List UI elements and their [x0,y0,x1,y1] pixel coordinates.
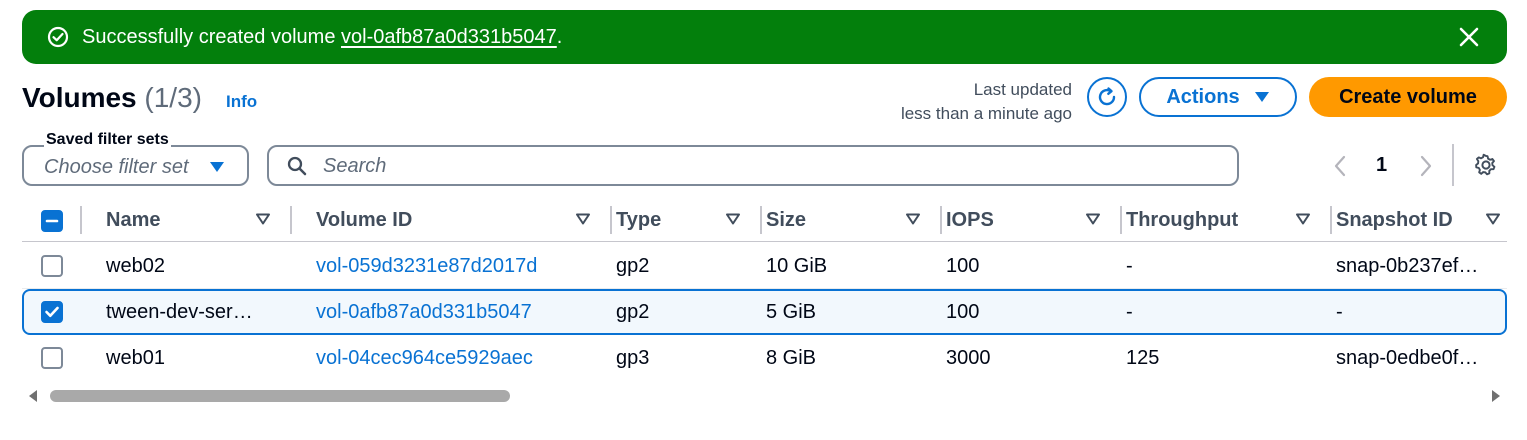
actions-button-label: Actions [1166,85,1240,108]
table-header: Name Volume ID Type Size IOPS Throughput… [22,198,1507,242]
cell-name: tween-dev-ser… [106,300,253,323]
cell-volume-id-link[interactable]: vol-0afb87a0d331b5047 [316,291,606,333]
selection-count: (1/3) [144,82,202,113]
previous-page-icon[interactable] [1330,152,1350,180]
column-separator [760,206,762,234]
flash-message-suffix: . [556,26,563,48]
saved-filter-sets-label: Saved filter sets [44,130,171,150]
column-header-type[interactable]: Type [616,198,766,242]
search-icon [287,156,307,176]
flash-volume-link[interactable]: vol-0afb87a0d331b5047 [341,26,557,48]
select-all-checkbox[interactable] [41,210,63,232]
sort-caret-icon [1486,213,1500,225]
sort-caret-icon [576,213,590,225]
page-title: Volumes (1/3) [22,82,202,114]
column-separator [290,206,292,234]
column-header-label: Volume ID [316,208,413,231]
column-header-label: Snapshot ID [1336,208,1453,231]
column-separator [80,206,82,234]
minus-icon [45,219,59,223]
page-number[interactable]: 1 [1376,154,1387,177]
column-header-label: IOPS [946,208,994,231]
scrollbar-thumb[interactable] [50,390,510,402]
column-header-label: Throughput [1126,208,1239,231]
cell-volume-id-link[interactable]: vol-04cec964ce5929aec [316,335,606,381]
cell-volume-id-link[interactable]: vol-059d3231e87d2017d [316,243,606,289]
close-icon[interactable] [1457,25,1481,49]
info-link[interactable]: Info [226,92,257,112]
cell-type: gp3 [616,346,650,369]
column-header-name[interactable]: Name [106,198,314,242]
scroll-right-icon[interactable] [1491,390,1501,402]
column-header-size[interactable]: Size [766,198,946,242]
success-flash-banner: Successfully created volume vol-0afb87a0… [22,10,1507,64]
caret-down-icon [210,162,224,172]
column-header-snapshot-id[interactable]: Snapshot ID [1336,198,1507,242]
column-separator [1330,206,1332,234]
cell-iops: 100 [946,254,980,277]
last-updated-value: less than a minute ago [900,104,1072,123]
cell-throughput: 125 [1126,346,1160,369]
horizontal-scrollbar[interactable] [22,384,1507,408]
column-header-label: Name [106,208,161,231]
caret-down-icon [1254,92,1269,102]
saved-filter-set-select[interactable]: Choose filter set [22,145,249,186]
last-updated: Last updated less than a minute ago [901,78,1072,126]
search-box [267,145,1239,186]
flash-message: Successfully created volume vol-0afb87a0… [82,26,562,48]
row-checkbox[interactable] [41,301,63,323]
cell-snapshot-id: snap-0edbe0f… [1336,346,1479,369]
flash-message-prefix: Successfully created volume [82,26,342,48]
row-checkbox[interactable] [41,347,63,369]
cell-type: gp2 [616,254,650,277]
column-header-throughput[interactable]: Throughput [1126,198,1336,242]
cell-snapshot-id: snap-0b237ef… [1336,254,1479,277]
cell-name: web01 [106,346,165,369]
cell-name: web02 [106,254,165,277]
column-header-volume-id[interactable]: Volume ID [316,198,616,242]
last-updated-label: Last updated [973,80,1072,99]
table-row[interactable]: web02 vol-059d3231e87d2017d gp2 10 GiB 1… [22,243,1507,289]
actions-button[interactable]: Actions [1139,77,1297,117]
table-row[interactable]: web01 vol-04cec964ce5929aec gp3 8 GiB 30… [22,335,1507,381]
sort-caret-icon [726,213,740,225]
pager-divider [1452,144,1454,186]
cell-iops: 100 [946,300,980,323]
cell-size: 10 GiB [766,254,828,277]
row-checkbox[interactable] [41,255,63,277]
sort-caret-icon [1296,213,1310,225]
sort-caret-icon [256,213,270,225]
cell-throughput: - [1126,254,1133,277]
cell-size: 5 GiB [766,300,817,323]
column-header-iops[interactable]: IOPS [946,198,1126,242]
scroll-left-icon[interactable] [28,390,38,402]
column-separator [1120,206,1122,234]
success-check-icon [47,26,69,48]
cell-iops: 3000 [946,346,991,369]
column-header-label: Type [616,208,662,231]
page-title-text: Volumes [22,82,137,113]
sort-caret-icon [1086,213,1100,225]
next-page-icon[interactable] [1416,152,1436,180]
column-separator [940,206,942,234]
create-volume-button[interactable]: Create volume [1309,77,1507,117]
cell-size: 8 GiB [766,346,817,369]
refresh-button[interactable] [1087,77,1127,117]
checkmark-icon [45,306,59,318]
sort-caret-icon [906,213,920,225]
column-header-label: Size [766,208,807,231]
saved-filter-placeholder: Choose filter set [44,156,189,178]
gear-icon[interactable] [1474,153,1498,177]
column-separator [610,206,612,234]
search-input[interactable] [323,151,1223,181]
refresh-icon [1098,87,1116,106]
table-row-selected[interactable]: tween-dev-ser… vol-0afb87a0d331b5047 gp2… [22,289,1507,335]
cell-type: gp2 [616,300,650,323]
cell-snapshot-id: - [1336,300,1343,323]
cell-throughput: - [1126,300,1133,323]
